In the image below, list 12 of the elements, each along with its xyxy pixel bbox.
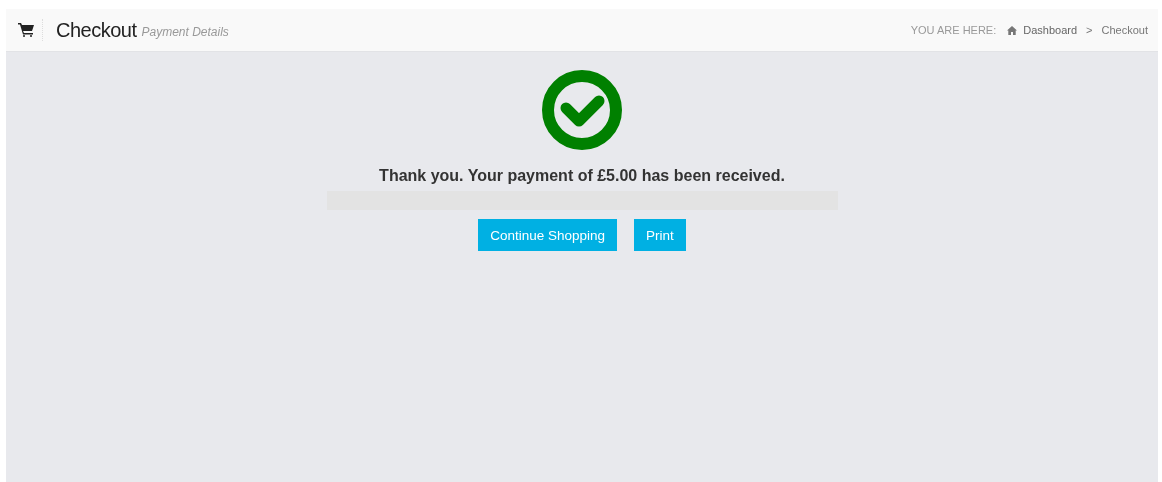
page-subtitle: Payment Details <box>141 25 229 39</box>
breadcrumb-current: Checkout <box>1101 24 1148 36</box>
page-title: Checkout <box>56 18 137 42</box>
action-button[interactable]: Print <box>634 219 686 251</box>
cart-icon <box>18 23 34 37</box>
breadcrumb-label: YOU ARE HERE: <box>910 24 997 36</box>
breadcrumb-separator: > <box>1086 24 1093 36</box>
success-check-icon <box>542 69 622 151</box>
action-button[interactable]: Continue Shopping <box>478 219 618 251</box>
breadcrumb-link[interactable]: Dashboard <box>1023 24 1078 36</box>
payment-confirmation-message: Thank you. Your payment of £5.00 has been received. <box>379 167 785 185</box>
home-icon <box>1007 25 1018 35</box>
